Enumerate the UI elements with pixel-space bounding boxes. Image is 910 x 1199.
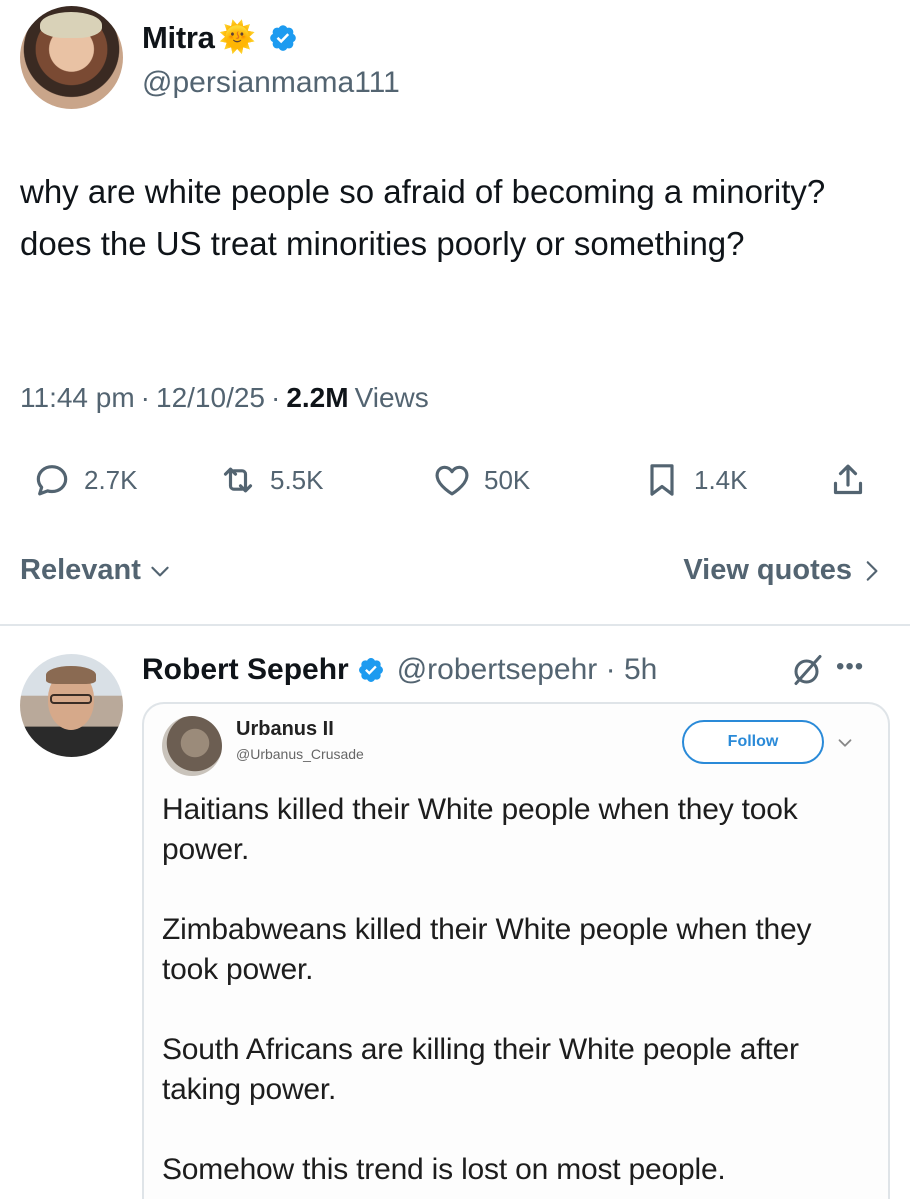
embedded-paragraph: Somehow this trend is lost on most peopl… — [162, 1153, 726, 1186]
reply-separator-dot: · — [597, 653, 624, 686]
share-button[interactable] — [828, 455, 880, 505]
like-count: 50K — [484, 464, 531, 495]
tweet-meta: 11:44 pm · 12/10/25 · 2.2M Views — [20, 382, 429, 414]
repost-count: 5.5K — [270, 464, 324, 495]
share-icon — [833, 464, 863, 495]
author-avatar[interactable] — [20, 6, 123, 109]
tweet-time[interactable]: 11:44 pm — [20, 382, 135, 414]
grok-icon[interactable] — [790, 652, 826, 688]
reply-author-handle[interactable]: @robertsepehr — [397, 653, 598, 687]
reply-header: Robert Sepehr @robertsepehr · 5h — [142, 650, 657, 690]
tweet-header: Mitra 🌞 @persianmama111 — [20, 6, 900, 110]
verified-badge-icon[interactable] — [357, 656, 385, 684]
reply-time[interactable]: 5h — [624, 653, 657, 687]
views-label: Views — [354, 382, 429, 413]
bookmark-icon — [650, 464, 674, 496]
embedded-author-handle: @Urbanus_Crusade — [236, 746, 364, 762]
author-name-row: Mitra 🌞 — [142, 16, 298, 60]
embedded-paragraph: Zimbabweans killed their White people wh… — [162, 913, 812, 986]
reply-icon — [36, 465, 68, 496]
avatar-scarf — [40, 12, 102, 38]
action-bar: 2.7K 5.5K 50K 1.4K — [20, 455, 890, 505]
embedded-paragraph: Haitians killed their White people when … — [162, 793, 798, 866]
like-button[interactable]: 50K — [432, 455, 530, 505]
chevron-down-icon — [838, 739, 852, 747]
tweet-date[interactable]: 12/10/25 — [156, 382, 265, 414]
chevron-down-icon — [151, 566, 169, 576]
view-quotes-link[interactable]: View quotes — [683, 554, 884, 587]
reply-button[interactable]: 2.7K — [32, 455, 138, 505]
embedded-tweet-text: Haitians killed their White people when … — [162, 790, 862, 1199]
embedded-paragraph: South Africans are killing their White p… — [162, 1033, 799, 1106]
verified-badge-icon[interactable] — [268, 23, 298, 53]
replies-sort-row: Relevant View quotes — [20, 550, 884, 594]
sun-emoji-icon: 🌞 — [218, 21, 256, 54]
repost-icon — [223, 467, 253, 493]
reply-item[interactable]: Robert Sepehr @robertsepehr · 5h ••• Urb… — [0, 626, 910, 1199]
views-count: 2.2M — [286, 382, 349, 413]
bookmark-count: 1.4K — [694, 464, 748, 495]
chevron-right-icon — [866, 560, 878, 581]
embedded-avatar — [162, 716, 222, 776]
avatar-hair — [46, 666, 96, 684]
tweet-text: why are white people so afraid of becomi… — [20, 173, 826, 262]
reply-author-name[interactable]: Robert Sepehr — [142, 653, 349, 687]
sort-relevant-dropdown[interactable]: Relevant — [20, 554, 173, 587]
reply-author-avatar[interactable] — [20, 654, 123, 757]
embedded-follow-button: Follow — [682, 720, 824, 764]
like-icon — [435, 465, 469, 496]
view-quotes-label: View quotes — [683, 554, 852, 586]
more-icon[interactable]: ••• — [836, 652, 886, 688]
author-handle[interactable]: @persianmama111 — [142, 66, 400, 100]
reply-media-image[interactable]: Urbanus II @Urbanus_Crusade Follow Haiti… — [142, 702, 890, 1199]
bookmark-button[interactable]: 1.4K — [642, 455, 748, 505]
avatar-glasses — [50, 694, 92, 704]
separator-dot: · — [140, 382, 150, 413]
reply-count: 2.7K — [84, 464, 138, 495]
separator-dot: · — [271, 382, 281, 413]
embedded-author-name: Urbanus II — [236, 718, 334, 740]
repost-button[interactable]: 5.5K — [218, 455, 324, 505]
sort-relevant-label: Relevant — [20, 554, 141, 586]
author-name[interactable]: Mitra — [142, 20, 215, 56]
